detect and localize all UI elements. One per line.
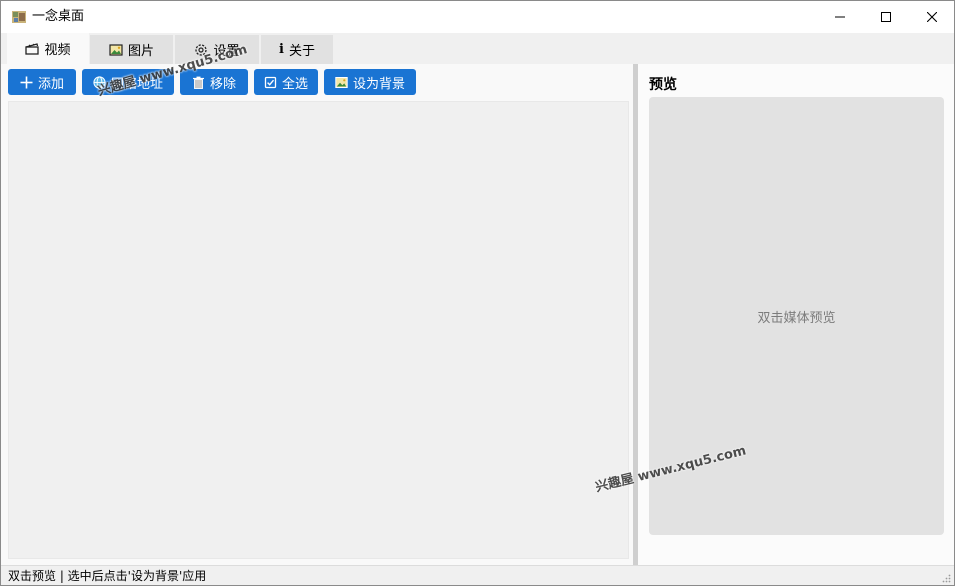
minimize-icon (835, 16, 845, 18)
select-all-button[interactable]: 全选 (254, 69, 318, 95)
set-background-button-label: 设为背景 (352, 76, 405, 92)
media-list[interactable] (8, 101, 629, 559)
maximize-button[interactable] (863, 1, 909, 33)
tab-bar: 视频 图片 设置 i 关于 (1, 33, 954, 64)
set-background-button[interactable]: 设为背景 (324, 69, 416, 95)
tab-about-label: 关于 (288, 44, 315, 59)
close-icon (927, 12, 937, 22)
minimize-button[interactable] (817, 1, 863, 33)
add-button-label: 添加 (37, 76, 64, 92)
tab-video[interactable]: 视频 (7, 33, 89, 64)
status-bar: 双击预览 | 选中后点击'设为背景'应用 (1, 565, 954, 585)
preview-hint: 双击媒体预览 (757, 310, 836, 326)
film-icon (25, 42, 40, 55)
app-window: 一念桌面 视频 图片 设置 i 关于 添加 网络地址 移除 全选 设为背景 预览… (0, 0, 955, 586)
tab-video-label: 视频 (44, 43, 71, 58)
window-title: 一念桌面 (32, 9, 85, 24)
trash-icon (192, 76, 204, 89)
info-icon: i (279, 42, 284, 57)
maximize-icon (881, 12, 891, 22)
close-button[interactable] (909, 1, 955, 33)
plus-icon (20, 76, 33, 88)
tab-image-label: 图片 (127, 44, 154, 59)
preview-pane: 预览 双击媒体预览 (638, 64, 954, 565)
select-all-button-label: 全选 (281, 76, 308, 92)
image-icon (335, 76, 348, 88)
status-text: 双击预览 | 选中后点击'设为背景'应用 (8, 569, 207, 583)
app-logo-icon (12, 11, 26, 23)
tab-image[interactable]: 图片 (90, 35, 173, 64)
resize-grip-icon[interactable] (941, 573, 951, 583)
title-bar: 一念桌面 (1, 1, 954, 33)
add-button[interactable]: 添加 (8, 69, 76, 95)
remove-button-label: 移除 (209, 76, 236, 92)
checkbox-icon (264, 76, 277, 88)
media-panel: 添加 网络地址 移除 全选 设为背景 (1, 64, 633, 565)
image-icon (109, 43, 123, 56)
tab-about[interactable]: i 关于 (261, 35, 333, 64)
preview-title: 预览 (649, 77, 677, 93)
